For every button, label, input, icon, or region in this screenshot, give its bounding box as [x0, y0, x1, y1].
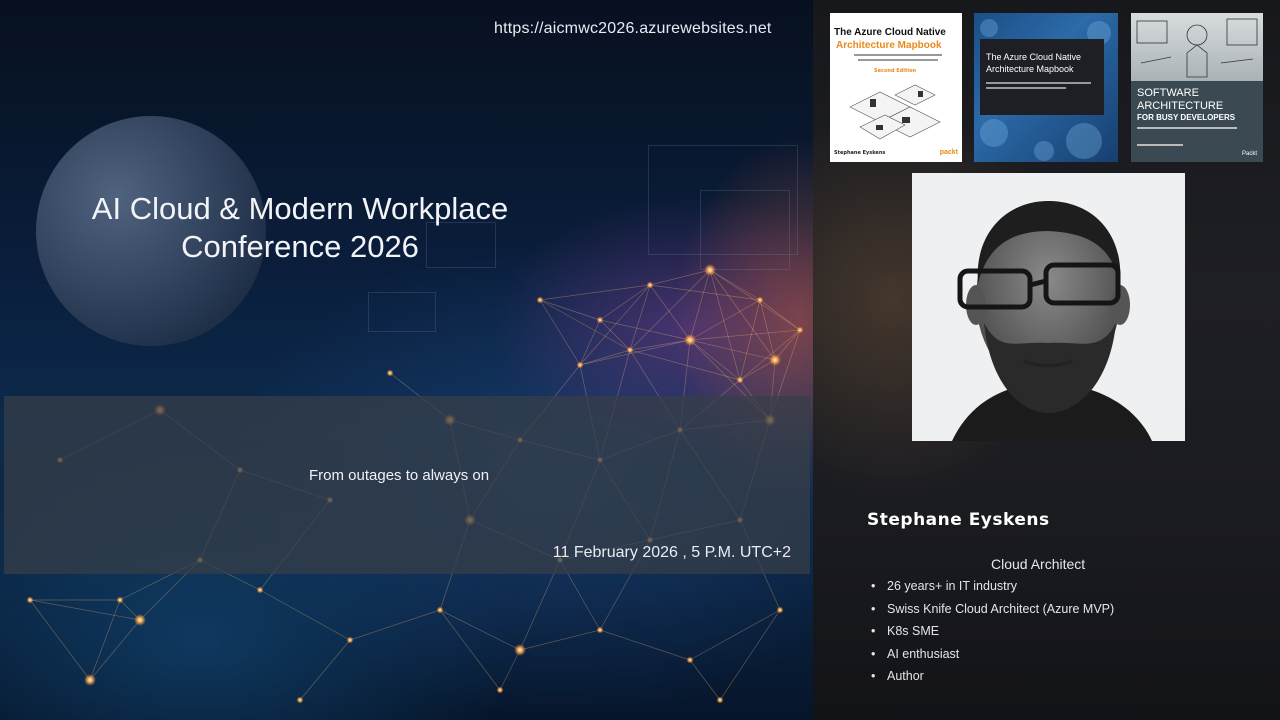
conference-url[interactable]: https://aicmwc2026.azurewebsites.net [494, 20, 772, 38]
fact-item: Swiss Knife Cloud Architect (Azure MVP) [871, 600, 1114, 623]
session-date: 11 February 2026 , 5 P.M. UTC+2 [552, 544, 791, 561]
book-cover-mapbook-2nd: The Azure Cloud Native Architecture Mapb… [830, 13, 962, 162]
session-tagline: From outages to always on [309, 467, 490, 484]
book1-description-lines [848, 53, 948, 66]
book3-title: SOFTWARE ARCHITECTURE [1137, 87, 1224, 112]
book1-publisher-logo: packt [939, 149, 958, 156]
speaker-panel: The Azure Cloud Native Architecture Mapb… [813, 0, 1280, 720]
book1-subtitle: Architecture Mapbook [836, 40, 942, 51]
title-line-2: Conference 2026 [181, 229, 419, 264]
speaker-facts-list: 26 years+ in IT industry Swiss Knife Clo… [871, 577, 1114, 690]
speaker-role: Cloud Architect [991, 556, 1086, 572]
book2-description-lines [986, 81, 1096, 92]
book1-author: Stephane Eyskens [834, 150, 886, 156]
book2-title-box: The Azure Cloud Native Architecture Mapb… [980, 39, 1104, 115]
book1-edition: Second Edition [874, 68, 917, 74]
conference-slide: https://aicmwc2026.azurewebsites.net AI … [0, 0, 813, 720]
book3-illustration [1131, 13, 1263, 81]
book-cover-mapbook-1st: The Azure Cloud Native Architecture Mapb… [974, 13, 1118, 162]
book2-title: The Azure Cloud Native Architecture Mapb… [986, 52, 1082, 74]
conference-title: AI Cloud & Modern Workplace Conference 2… [60, 190, 540, 266]
speaker-portrait [912, 173, 1185, 441]
book-cover-software-architecture: SOFTWARE ARCHITECTURE FOR BUSY DEVELOPER… [1131, 13, 1263, 162]
book3-description-lines [1137, 126, 1247, 133]
title-line-1: AI Cloud & Modern Workplace [91, 191, 509, 226]
fact-item: 26 years+ in IT industry [871, 577, 1114, 600]
speaker-name: Stephane Eyskens [867, 510, 1050, 530]
book1-title: The Azure Cloud Native [834, 27, 946, 38]
book1-isometric-art [849, 84, 941, 140]
fact-item: K8s SME [871, 622, 1114, 645]
fact-item: Author [871, 667, 1114, 690]
network-background [26, 264, 804, 704]
book3-publisher-logo: Packt [1241, 151, 1257, 157]
book3-author-line [1137, 143, 1187, 149]
fact-item: AI enthusiast [871, 645, 1114, 668]
book3-subtitle: FOR BUSY DEVELOPERS [1137, 113, 1236, 122]
